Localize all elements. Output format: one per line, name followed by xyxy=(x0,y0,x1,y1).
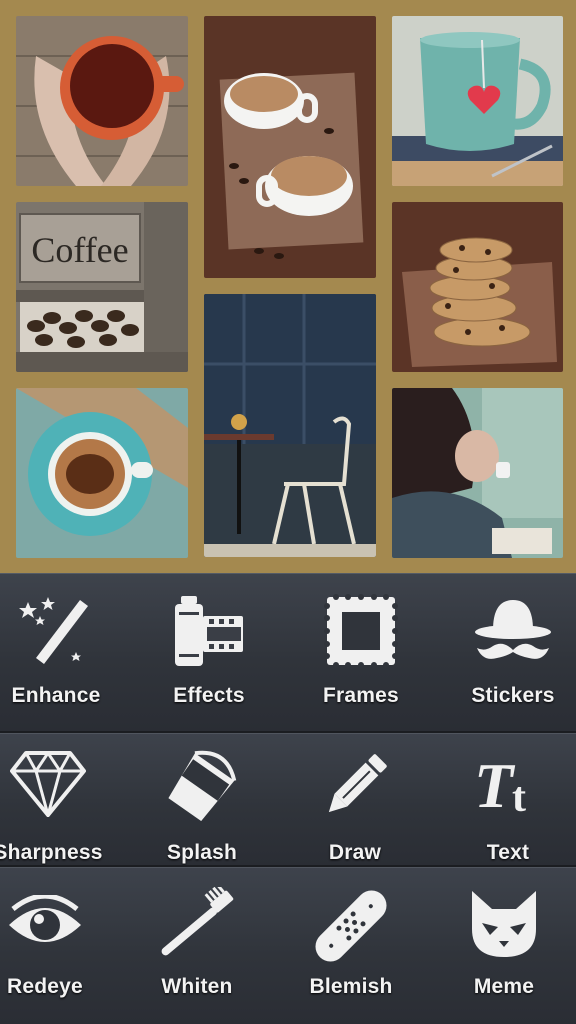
svg-text:t: t xyxy=(512,775,526,819)
text-tt-icon: T t xyxy=(470,747,546,819)
text-label: Text xyxy=(486,841,530,864)
eye-icon xyxy=(7,895,83,955)
toolbar-row-1: Enhance Effects Frames Stickers xyxy=(0,573,576,731)
svg-text:T: T xyxy=(474,750,516,819)
meme-label: Meme xyxy=(473,975,535,998)
film-canister-icon xyxy=(173,596,245,666)
paint-bucket-icon xyxy=(164,749,240,821)
stamp-frame-icon xyxy=(324,594,398,668)
magic-wand-icon xyxy=(18,594,94,666)
collage-photo-woman-coffee[interactable] xyxy=(392,388,563,558)
collage-photo-two-cups[interactable] xyxy=(204,16,376,278)
redeye-tool-button[interactable]: Redeye xyxy=(0,867,120,1024)
diamond-icon xyxy=(10,751,86,817)
blemish-tool-button[interactable]: Blemish xyxy=(276,867,426,1024)
toolbar-row-3: Redeye Whiten Blemish Meme xyxy=(0,865,576,1024)
enhance-tool-button[interactable]: Enhance xyxy=(0,574,131,731)
editing-toolbar: Enhance Effects Frames Stickers Sharpnes… xyxy=(0,573,576,1024)
toothbrush-icon xyxy=(156,887,238,963)
frames-tool-button[interactable]: Frames xyxy=(286,574,436,731)
effects-tool-button[interactable]: Effects xyxy=(134,574,284,731)
sharpness-tool-button[interactable]: Sharpness xyxy=(0,733,123,866)
pencil-icon xyxy=(318,749,392,823)
collage-photo-hands-red-mug[interactable] xyxy=(16,16,188,186)
collage-canvas[interactable]: Coffee xyxy=(0,0,576,573)
collage-photo-cafe-chairs[interactable] xyxy=(204,294,376,557)
collage-photo-cookies[interactable] xyxy=(392,202,563,372)
photo-editor-screen: Coffee Enhance Effects Frames Stickers S… xyxy=(0,0,576,1024)
toolbar-row-2: Sharpness Splash Draw T t Text xyxy=(0,731,576,866)
cat-face-icon xyxy=(468,889,540,959)
meme-tool-button[interactable]: Meme xyxy=(429,867,576,1024)
whiten-tool-button[interactable]: Whiten xyxy=(122,867,272,1024)
splash-tool-button[interactable]: Splash xyxy=(127,733,277,866)
coffee-sign-text: Coffee xyxy=(31,230,128,270)
hat-mustache-icon xyxy=(473,596,553,668)
draw-tool-button[interactable]: Draw xyxy=(280,733,430,866)
collage-photo-teal-cup-top[interactable] xyxy=(16,388,188,558)
collage-photo-coffee-sign[interactable]: Coffee xyxy=(16,202,188,372)
stickers-label: Stickers xyxy=(471,684,555,707)
bandage-icon xyxy=(311,887,391,965)
text-tool-button[interactable]: T t Text xyxy=(433,733,576,866)
stickers-tool-button[interactable]: Stickers xyxy=(438,574,576,731)
collage-photo-teal-mug-heart[interactable] xyxy=(392,16,563,186)
